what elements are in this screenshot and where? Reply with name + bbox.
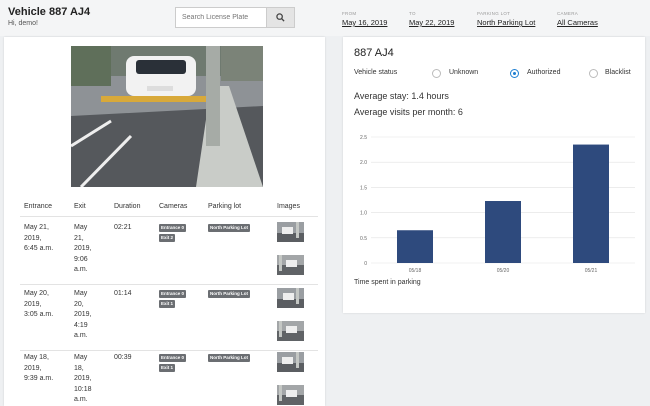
average-visits: Average visits per month: 6 <box>354 107 463 117</box>
x-tick-label: 05/18 <box>409 268 422 274</box>
greeting: Hi, demo! <box>8 20 38 27</box>
x-tick-label: 05/21 <box>585 268 598 274</box>
divider <box>20 216 318 217</box>
page-title: Vehicle 887 AJ4 <box>8 6 91 18</box>
table-row[interactable]: May 18, 2019, 9:39 a.m. May 18, 2019, 10… <box>4 352 325 406</box>
exit-image-thumbnail[interactable] <box>277 385 304 405</box>
table-row[interactable]: May 20, 2019, 3:05 a.m. May 20, 2019, 4:… <box>4 288 325 350</box>
y-tick-label: 1.0 <box>360 211 367 217</box>
filter-to-value[interactable]: May 22, 2019 <box>409 18 454 27</box>
status-unknown-label[interactable]: Unknown <box>449 69 478 76</box>
parking-lot-cell: North Parking Lot <box>208 290 250 300</box>
duration-cell: 01:14 <box>114 290 132 297</box>
visits-panel: Entrance Exit Duration Cameras Parking l… <box>4 37 325 406</box>
filter-from-value[interactable]: May 16, 2019 <box>342 18 387 27</box>
vehicle-details-panel: 887 AJ4 Vehicle status Unknown Authorize… <box>343 37 645 313</box>
search-input[interactable] <box>175 7 266 28</box>
y-tick-label: 1.5 <box>360 185 367 191</box>
filter-camera-label: CAMERA <box>557 11 579 16</box>
time-spent-chart: 0 0.5 1.0 1.5 2.0 2.5 05/18 05/20 05/21 <box>360 135 635 274</box>
filter-to-label: TO <box>409 11 416 16</box>
entrance-image-thumbnail[interactable] <box>277 222 304 242</box>
exit-image-thumbnail[interactable] <box>277 255 304 275</box>
divider <box>20 284 318 285</box>
filter-camera-value[interactable]: All Cameras <box>557 18 598 27</box>
filter-from[interactable]: FROM May 16, 2019 <box>342 11 387 33</box>
camera-badge: Exit 1 <box>159 364 176 372</box>
duration-cell: 02:21 <box>114 224 132 231</box>
average-stay: Average stay: 1.4 hours <box>354 91 449 101</box>
parking-lot-badge: North Parking Lot <box>208 290 250 298</box>
camera-badge: Entrance 0 <box>159 224 187 232</box>
cameras-cell: Entrance 0 Exit 2 <box>159 224 187 244</box>
vehicle-status-label: Vehicle status <box>354 69 398 76</box>
search-button[interactable] <box>266 7 295 28</box>
camera-badge: Exit 1 <box>159 300 176 308</box>
cameras-cell: Entrance 0 Exit 1 <box>159 290 187 310</box>
camera-badge: Exit 2 <box>159 234 176 242</box>
bar[interactable] <box>573 144 609 263</box>
y-tick-label: 2.0 <box>360 160 367 166</box>
divider <box>20 350 318 351</box>
status-authorized-radio[interactable] <box>510 69 519 78</box>
filter-from-label: FROM <box>342 11 357 16</box>
parking-lot-badge: North Parking Lot <box>208 224 250 232</box>
exit-image-thumbnail[interactable] <box>277 321 304 341</box>
chart-caption: Time spent in parking <box>354 279 421 286</box>
y-tick-label: 0 <box>364 261 367 267</box>
y-tick-label: 0.5 <box>360 236 367 242</box>
plate-number: 887 AJ4 <box>354 47 394 59</box>
col-exit: Exit <box>74 203 86 210</box>
filter-to[interactable]: TO May 22, 2019 <box>409 11 454 33</box>
col-duration: Duration <box>114 203 141 210</box>
col-images: Images <box>277 203 300 210</box>
status-blacklist-radio[interactable] <box>589 69 598 78</box>
bar[interactable] <box>485 201 521 263</box>
y-tick-label: 2.5 <box>360 135 367 141</box>
col-entrance: Entrance <box>24 203 53 210</box>
filter-parking-lot-label: PARKING LOT <box>477 11 511 16</box>
status-unknown-radio[interactable] <box>432 69 441 78</box>
top-bar: Vehicle 887 AJ4 Hi, demo! FROM May 16, 2… <box>0 0 650 36</box>
col-parking-lot: Parking lot <box>208 203 242 210</box>
filter-camera[interactable]: CAMERA All Cameras <box>557 11 598 33</box>
parking-lot-cell: North Parking Lot <box>208 224 250 234</box>
entrance-image-thumbnail[interactable] <box>277 352 304 372</box>
status-authorized-label[interactable]: Authorized <box>527 69 560 76</box>
exit-cell: May 20, 2019, 4:19 a.m. <box>74 290 92 339</box>
entrance-cell: May 18, 2019, 9:39 a.m. <box>24 354 54 382</box>
entrance-cell: May 20, 2019, 3:05 a.m. <box>24 290 54 318</box>
bar[interactable] <box>397 230 433 263</box>
exit-cell: May 18, 2019, 10:18 a.m. <box>74 354 92 403</box>
x-tick-label: 05/20 <box>497 268 510 274</box>
parking-lot-cell: North Parking Lot <box>208 354 250 364</box>
entrance-image-thumbnail[interactable] <box>277 288 304 308</box>
filter-parking-lot-value[interactable]: North Parking Lot <box>477 18 535 27</box>
filter-parking-lot[interactable]: PARKING LOT North Parking Lot <box>477 11 535 33</box>
cameras-cell: Entrance 0 Exit 1 <box>159 354 187 374</box>
status-blacklist-label[interactable]: Blacklist <box>605 69 631 76</box>
parking-lot-badge: North Parking Lot <box>208 354 250 362</box>
vehicle-photo[interactable] <box>71 46 263 187</box>
license-plate-search <box>175 7 295 28</box>
table-row[interactable]: May 21, 2019, 6:45 a.m. May 21, 2019, 9:… <box>4 222 325 284</box>
exit-cell: May 21, 2019, 9:06 a.m. <box>74 224 92 273</box>
camera-badge: Entrance 0 <box>159 354 187 362</box>
camera-badge: Entrance 0 <box>159 290 187 298</box>
search-icon <box>276 13 285 22</box>
col-cameras: Cameras <box>159 203 188 210</box>
duration-cell: 00:39 <box>114 354 132 361</box>
entrance-cell: May 21, 2019, 6:45 a.m. <box>24 224 54 252</box>
